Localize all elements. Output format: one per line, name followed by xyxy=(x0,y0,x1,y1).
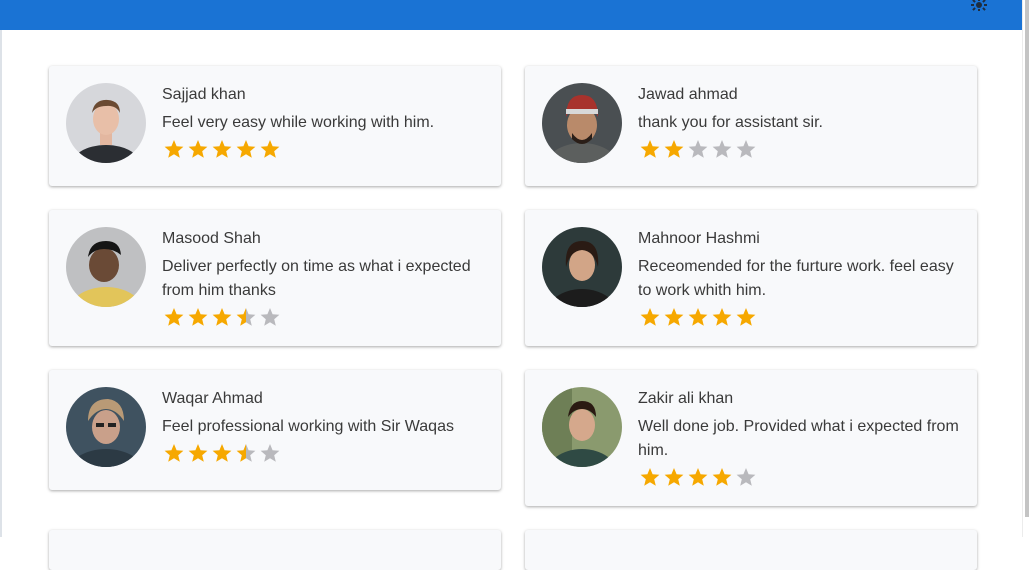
star-filled-icon xyxy=(188,444,208,462)
avatar xyxy=(542,227,622,307)
avatar xyxy=(66,387,146,467)
star-filled-icon xyxy=(188,308,208,326)
star-filled-icon xyxy=(236,140,256,158)
reviewer-name: Jawad ahmad xyxy=(638,86,738,103)
avatar xyxy=(66,83,146,163)
scrollbar[interactable] xyxy=(1022,0,1029,537)
review-card: Zakir ali khan Well done job. Provided w… xyxy=(525,370,977,506)
star-filled-icon xyxy=(188,140,208,158)
avatar xyxy=(542,83,622,163)
review-card xyxy=(525,530,977,570)
star-filled-icon xyxy=(664,468,684,486)
star-filled-icon xyxy=(736,308,756,326)
star-filled-icon xyxy=(164,308,184,326)
star-filled-icon xyxy=(260,140,280,158)
review-card: Sajjad khan Feel very easy while working… xyxy=(49,66,501,186)
reviewer-name: Mahnoor Hashmi xyxy=(638,230,760,247)
scrollbar-thumb[interactable] xyxy=(1025,0,1029,517)
review-comment: thank you for assistant sir. xyxy=(638,114,823,131)
star-filled-icon xyxy=(640,140,660,158)
star-filled-icon xyxy=(164,140,184,158)
star-rating xyxy=(638,466,758,488)
star-filled-icon xyxy=(640,308,660,326)
star-rating xyxy=(638,306,758,328)
top-app-bar xyxy=(0,0,1022,30)
star-empty-icon xyxy=(260,444,280,462)
review-card: Mahnoor Hashmi Receomended for the furtu… xyxy=(525,210,977,346)
star-empty-icon xyxy=(712,140,732,158)
star-filled-icon xyxy=(664,308,684,326)
star-filled-icon xyxy=(712,308,732,326)
star-filled-icon xyxy=(212,444,232,462)
star-filled-icon xyxy=(640,468,660,486)
reviewer-name: Masood Shah xyxy=(162,230,261,247)
star-filled-icon xyxy=(664,140,684,158)
star-half-icon xyxy=(236,444,256,462)
review-comment: Feel professional working with Sir Waqas xyxy=(162,418,454,435)
star-filled-icon xyxy=(712,468,732,486)
star-empty-icon xyxy=(260,308,280,326)
star-rating xyxy=(162,442,282,464)
star-filled-icon xyxy=(164,444,184,462)
star-filled-icon xyxy=(212,140,232,158)
star-half-icon xyxy=(236,308,256,326)
review-comment: Well done job. Provided what i expected … xyxy=(638,418,959,459)
star-empty-icon xyxy=(736,140,756,158)
left-border xyxy=(0,30,2,537)
avatar xyxy=(66,227,146,307)
reviewer-name: Zakir ali khan xyxy=(638,390,734,407)
star-empty-icon xyxy=(736,468,756,486)
review-comment: Deliver perfectly on time as what i expe… xyxy=(162,258,471,299)
star-rating xyxy=(162,306,282,328)
review-card: Jawad ahmad thank you for assistant sir. xyxy=(525,66,977,186)
review-comment: Receomended for the furture work. feel e… xyxy=(638,258,954,299)
star-rating xyxy=(162,138,282,160)
review-comment: Feel very easy while working with him. xyxy=(162,114,435,131)
star-filled-icon xyxy=(688,308,708,326)
reviewer-name: Sajjad khan xyxy=(162,86,246,103)
gear-icon[interactable] xyxy=(969,0,989,11)
review-card: Masood Shah Deliver perfectly on time as… xyxy=(49,210,501,346)
star-filled-icon xyxy=(212,308,232,326)
star-rating xyxy=(638,138,758,160)
reviewer-name: Waqar Ahmad xyxy=(162,390,263,407)
review-card xyxy=(49,530,501,570)
review-card: Waqar Ahmad Feel professional working wi… xyxy=(49,370,501,490)
star-empty-icon xyxy=(688,140,708,158)
star-filled-icon xyxy=(688,468,708,486)
avatar xyxy=(542,387,622,467)
